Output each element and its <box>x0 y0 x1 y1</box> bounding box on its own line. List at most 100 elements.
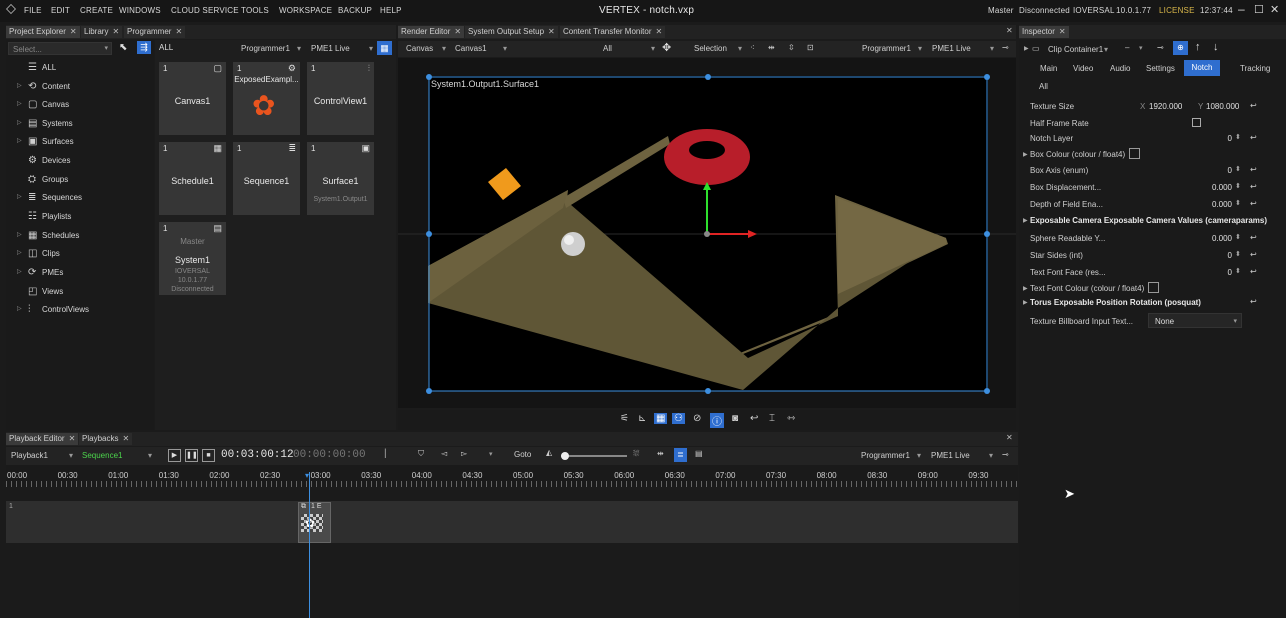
menu-edit[interactable]: EDIT <box>51 6 70 15</box>
chevron-down-icon[interactable]: ▾ <box>1139 44 1143 52</box>
inspector-tab-video[interactable]: Video <box>1073 64 1093 73</box>
programmer-dropdown[interactable]: Programmer1 ▾ <box>241 42 301 55</box>
card-controlview1[interactable]: 1 ⫶ ControlView1 <box>307 62 374 135</box>
pause-icon[interactable]: ❚❚ <box>185 449 198 462</box>
align-vertical-icon[interactable]: ⇳ <box>788 43 795 52</box>
play-icon[interactable]: ▶ <box>168 449 181 462</box>
menu-tools[interactable]: TOOLS <box>241 6 269 15</box>
chevron-right-icon[interactable]: ▷ <box>17 119 22 126</box>
pin-icon[interactable]: ⊸ <box>1002 43 1009 52</box>
move-tool-icon[interactable]: ✥ <box>662 41 671 54</box>
playhead[interactable] <box>309 472 310 618</box>
pin-icon[interactable]: ⊸ <box>1157 43 1164 52</box>
maximize-icon[interactable]: ☐ <box>1254 3 1264 16</box>
color-swatch-icon[interactable] <box>1129 148 1140 159</box>
view-mode-dropdown[interactable]: Canvas ▾ <box>406 42 446 55</box>
reset-icon[interactable]: ↩ <box>1250 182 1257 191</box>
menu-workspace[interactable]: WORKSPACE <box>279 6 332 15</box>
gizmo-center[interactable] <box>704 231 710 237</box>
tab-content-transfer-monitor[interactable]: Content Transfer Monitor ✕ <box>560 26 666 38</box>
playhead-handle-icon[interactable]: ▾ <box>305 471 309 480</box>
inspector-tab-main[interactable]: Main <box>1040 64 1057 73</box>
close-icon[interactable]: ✕ <box>70 27 77 36</box>
license-link[interactable]: LICENSE <box>1159 6 1195 15</box>
stepper-icon[interactable]: ⬍ <box>1235 165 1241 173</box>
undo-icon[interactable]: ↩ <box>750 413 758 424</box>
close-window-icon[interactable]: ✕ <box>1270 3 1279 16</box>
target-icon[interactable]: ⊕ <box>1173 41 1188 55</box>
box-axis-field[interactable]: 0 <box>1210 166 1232 175</box>
fit-width-icon[interactable]: ⇿ <box>787 413 795 424</box>
menu-create[interactable]: CREATE <box>80 6 113 15</box>
close-panel-icon[interactable]: ✕ <box>1006 26 1013 35</box>
chevron-right-icon[interactable]: ▷ <box>17 137 22 144</box>
stepper-icon[interactable]: ⬍ <box>1235 267 1241 275</box>
texture-size-x-field[interactable]: 1920.000 <box>1149 102 1182 111</box>
playback-programmer-dropdown[interactable]: Programmer1 ▾ <box>861 449 921 462</box>
tab-library[interactable]: Library ✕ <box>81 26 123 38</box>
chevron-right-icon[interactable]: ▷ <box>17 305 22 312</box>
resize-handle[interactable] <box>705 74 711 80</box>
playback-pme-dropdown[interactable]: PME1 Live ▾ <box>931 449 993 462</box>
filter-dropdown[interactable]: All ▾ <box>603 42 655 55</box>
explorer-search-input[interactable]: Select... ▾ <box>8 42 112 55</box>
depth-of-field-field[interactable]: 0.000 <box>1200 200 1232 209</box>
card-exposed-example[interactable]: 1 ⚙ ExposedExampl... ✿ <box>233 62 300 135</box>
card-sequence1[interactable]: 1 ≣ Sequence1 <box>233 142 300 215</box>
reset-icon[interactable]: ↩ <box>1250 101 1257 110</box>
goto-button[interactable]: Goto <box>514 450 531 459</box>
chevron-right-icon[interactable]: ▷ <box>17 249 22 256</box>
shield-icon[interactable]: ⛉ <box>418 449 424 459</box>
timeline-ruler[interactable]: 00:00 00:30 01:00 01:30 02:00 02:30 03:00 03:30… <box>6 465 1018 487</box>
menu-windows[interactable]: WINDOWS <box>119 6 161 15</box>
card-system1[interactable]: 1 ▤ Master System1 IOVERSAL 10.0.1.77 Di… <box>159 222 226 295</box>
reset-icon[interactable]: ↩ <box>1250 267 1257 276</box>
chevron-right-icon[interactable]: ▷ <box>17 231 22 238</box>
chevron-down-icon[interactable]: ▾ <box>489 450 493 458</box>
track-row[interactable]: 1 <box>6 501 1018 543</box>
close-icon[interactable]: ✕ <box>655 27 662 36</box>
camera-rig-icon[interactable]: ⚇ <box>672 413 685 424</box>
text-font-face-field[interactable]: 0 <box>1210 268 1232 277</box>
tab-playback-editor[interactable]: Playback Editor ✕ <box>6 433 79 445</box>
marker-out-icon[interactable]: ▻ <box>461 449 467 458</box>
close-icon[interactable]: ✕ <box>175 27 182 36</box>
color-swatch-icon[interactable] <box>1148 282 1159 293</box>
card-surface1[interactable]: 1 ▣ Surface1 System1.Output1 <box>307 142 374 215</box>
chevron-right-icon[interactable]: ▷ <box>17 268 22 275</box>
pme-dropdown[interactable]: PME1 Live ▾ <box>311 42 373 55</box>
waveform-icon[interactable]: ⚟ <box>620 413 629 424</box>
close-icon[interactable]: ✕ <box>548 27 555 36</box>
resize-handle[interactable] <box>984 388 990 394</box>
marker-in-icon[interactable]: ◅ <box>441 449 447 458</box>
grid-icon[interactable]: ▦ <box>654 413 668 424</box>
zoom-fit-icon[interactable]: ⛆ <box>633 449 639 459</box>
resize-handle[interactable] <box>426 388 432 394</box>
tab-programmer[interactable]: Programmer ✕ <box>124 26 186 38</box>
inspector-filter-all[interactable]: All <box>1039 82 1048 91</box>
align-horizontal-icon[interactable]: ⇹ <box>768 43 775 52</box>
tab-render-editor[interactable]: Render Editor ✕ <box>398 26 465 38</box>
stepper-icon[interactable]: ⬍ <box>1235 199 1241 207</box>
chevron-right-icon[interactable]: ▶ <box>1023 217 1028 224</box>
chevron-right-icon[interactable]: ▷ <box>17 82 22 89</box>
texture-size-y-field[interactable]: 1080.000 <box>1206 102 1239 111</box>
card-canvas1[interactable]: 1 ▢ Canvas1 <box>159 62 226 135</box>
zoom-slider-handle[interactable] <box>561 452 569 460</box>
hierarchy-icon[interactable]: ⇶ <box>137 41 151 54</box>
info-icon[interactable]: ⓘ <box>710 413 724 428</box>
menu-cloud-service[interactable]: CLOUD SERVICE <box>171 6 239 15</box>
inspector-tab-settings[interactable]: Settings <box>1146 64 1175 73</box>
reset-icon[interactable]: ↩ <box>1250 297 1257 306</box>
half-frame-rate-checkbox[interactable] <box>1192 118 1201 127</box>
tracks-view-icon[interactable]: ≣ <box>674 448 687 462</box>
notch-layer-field[interactable]: 0 <box>1210 134 1232 143</box>
ruler-icon[interactable]: ⊾ <box>638 413 646 424</box>
cursor-select-icon[interactable]: ⬉ <box>119 42 127 53</box>
resize-handle[interactable] <box>984 231 990 237</box>
inspector-tab-notch[interactable]: Notch <box>1184 60 1220 76</box>
close-panel-icon[interactable]: ✕ <box>1006 433 1013 442</box>
minimize-icon[interactable]: – <box>1238 2 1245 16</box>
menu-help[interactable]: HELP <box>380 6 402 15</box>
reset-icon[interactable]: ↩ <box>1250 250 1257 259</box>
